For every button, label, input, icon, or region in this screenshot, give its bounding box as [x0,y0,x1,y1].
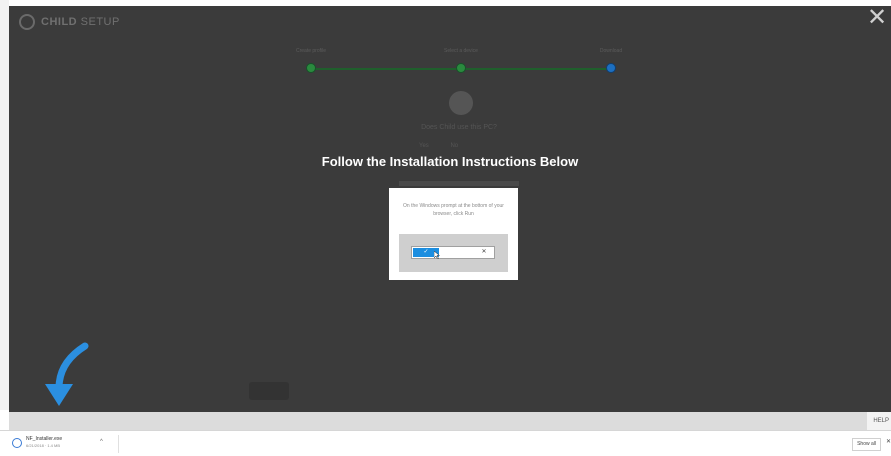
download-arrow-icon [45,342,89,406]
app-logo-icon [19,14,35,30]
setup-overlay: CHILD SETUP ✕ Create profile Select a de… [9,6,891,412]
option-yes: Yes [419,143,429,149]
app-header: CHILD SETUP [19,14,120,30]
help-bar: HELP [9,412,891,430]
windows-prompt-bar: ✓ ✕ [411,246,495,259]
faded-subtitle [399,181,519,186]
help-button[interactable]: HELP [867,412,891,430]
shelf-close-icon[interactable]: ✕ [886,438,891,445]
step-dot-1 [306,63,316,73]
app-title: CHILD SETUP [41,16,120,28]
download-shelf: NF_Installer.exe 6/21/2018 · 1.4 MB ^ Sh… [0,430,891,456]
prompt-illustration: ✓ ✕ [399,234,508,272]
dialog-text: On the Windows prompt at the bottom of y… [403,203,504,217]
mouse-cursor-icon [434,251,440,259]
download-item[interactable]: NF_Installer.exe 6/21/2018 · 1.4 MB ^ [12,435,112,453]
download-file-name: NF_Installer.exe [26,436,63,442]
left-margin [0,0,9,410]
next-button [249,382,289,400]
progress-stepper: Create profile Select a device Download [295,48,629,88]
option-no: No [450,143,459,149]
chevron-up-icon[interactable]: ^ [100,439,103,445]
step-dot-2 [456,63,466,73]
step-label-1: Create profile [295,48,327,54]
installer-file-icon [12,438,22,448]
device-question: Does Child use this PC? [421,124,497,131]
step-label-2: Select a device [444,48,478,54]
app-title-bold: CHILD [41,16,78,28]
shelf-divider [118,435,119,453]
show-all-button[interactable]: Show all [852,438,881,451]
step-dot-3 [606,63,616,73]
device-options: Yes No [419,143,458,149]
step-label-3: Download [599,48,623,54]
download-file-meta: 6/21/2018 · 1.4 MB [26,443,61,448]
instruction-dialog: On the Windows prompt at the bottom of y… [389,188,518,280]
device-icon [449,91,473,115]
dismiss-button[interactable]: ✕ [477,248,491,257]
instruction-title: Follow the Installation Instructions Bel… [321,154,579,169]
app-title-light: SETUP [77,16,120,28]
close-icon[interactable]: ✕ [865,6,889,30]
